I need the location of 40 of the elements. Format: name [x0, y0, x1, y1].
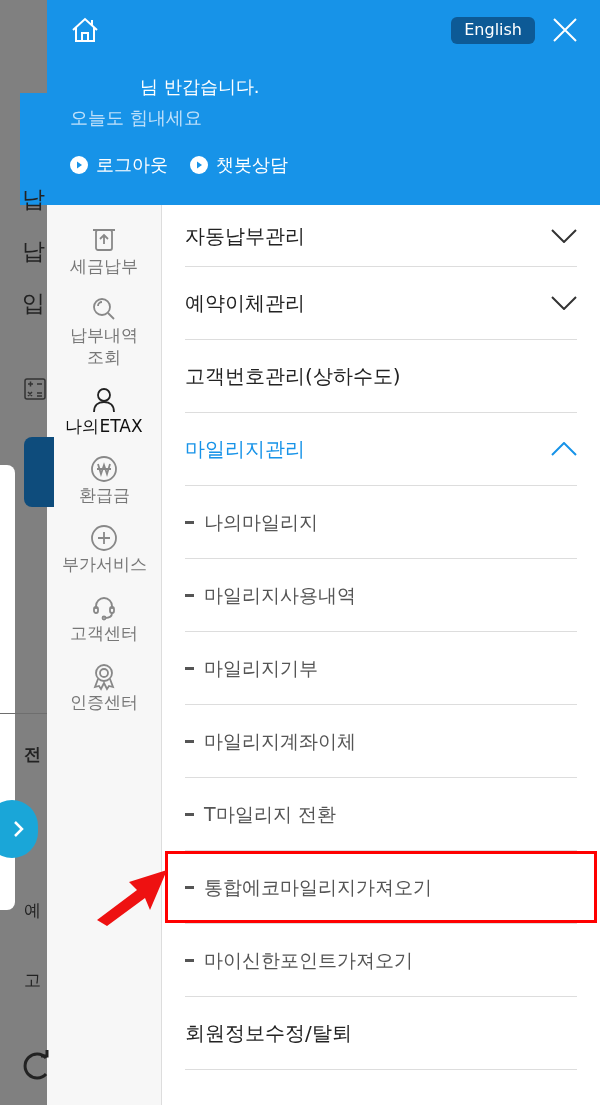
sidebar-item[interactable]: 부가서비스	[61, 523, 147, 575]
submenu-item[interactable]: 마이신한포인트가져오기	[165, 924, 597, 996]
play-icon	[70, 155, 88, 174]
submenu-item[interactable]: 마일리지기부	[165, 632, 597, 704]
submenu-item[interactable]: 나의마일리지	[165, 486, 597, 558]
list-item: 고	[24, 969, 41, 992]
menu-item[interactable]: 회원정보수정/탈퇴	[185, 997, 577, 1070]
list-item: 전	[24, 743, 41, 766]
replay-icon	[22, 1050, 52, 1082]
next-button[interactable]	[0, 800, 38, 858]
sidebar-item[interactable]: 고객센터	[70, 592, 138, 644]
play-icon	[190, 155, 208, 174]
language-button[interactable]: English	[451, 16, 535, 44]
page-heading: 입	[22, 289, 45, 318]
chevron-up-icon	[551, 442, 577, 456]
won-icon	[89, 454, 119, 484]
subtitle-text: 오늘도 힘내세요	[70, 106, 203, 130]
page-heading: 납	[22, 185, 45, 214]
calculator-icon	[24, 378, 46, 400]
page-heading: 납	[22, 237, 45, 266]
sidebar-item[interactable]: 납부내역 조회	[70, 294, 138, 368]
plus-icon	[89, 523, 119, 553]
submenu-item[interactable]: 통합에코마일리지가져오기	[165, 851, 597, 923]
submenu-item[interactable]: T마일리지 전환	[165, 778, 597, 850]
menu-item[interactable]: 예약이체관리	[185, 267, 577, 340]
submenu-item[interactable]: 마일리지사용내역	[165, 559, 597, 631]
greeting-text: 님 반갑습니다.	[139, 75, 261, 99]
list-item: 예	[24, 899, 41, 922]
sidebar-item[interactable]: 환급금	[78, 454, 130, 506]
sidebar-item[interactable]: 세금납부	[70, 225, 138, 277]
menu-item[interactable]: 고객번호관리(상하수도)	[185, 340, 577, 413]
chevron-right-icon	[12, 819, 26, 839]
chevron-down-icon	[551, 296, 577, 310]
close-icon[interactable]	[553, 18, 577, 42]
sidebar-item[interactable]: 인증센터	[70, 661, 138, 713]
chevron-down-icon	[551, 228, 577, 243]
sidebar-item[interactable]: 나의ETAX	[65, 385, 143, 437]
submenu-item[interactable]: 마일리지계좌이체	[165, 705, 597, 777]
home-icon[interactable]	[70, 15, 100, 45]
menu-item[interactable]: 자동납부관리	[185, 205, 577, 267]
